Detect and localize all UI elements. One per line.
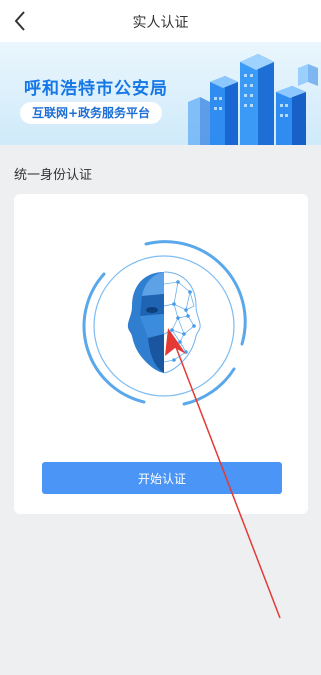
face-scan-icon [82, 240, 247, 406]
banner: 呼和浩特市公安局 互联网+政务服务平台 [0, 42, 321, 145]
navigation-bar: 实人认证 [0, 0, 321, 42]
start-verification-button[interactable]: 开始认证 [42, 462, 282, 494]
banner-title: 呼和浩特市公安局 [24, 79, 168, 99]
section-label: 统一身份认证 [14, 168, 93, 183]
verification-card: 开始认证 [14, 194, 308, 514]
city-buildings-illustration [188, 54, 318, 145]
page-title: 实人认证 [132, 15, 189, 31]
banner-subtitle: 互联网+政务服务平台 [20, 102, 163, 124]
